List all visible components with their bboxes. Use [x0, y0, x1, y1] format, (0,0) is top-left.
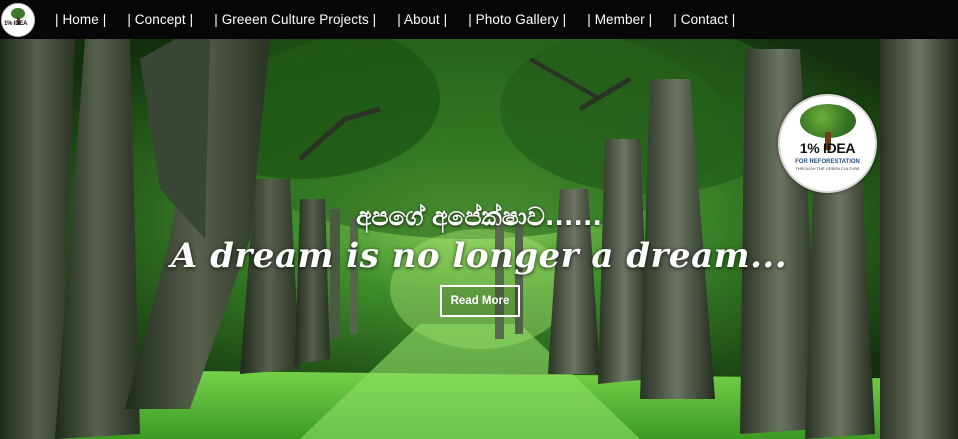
- hero-banner: 1% IDEA FOR REFORESTATION THROUGH THE GR…: [0, 39, 958, 439]
- nav-item-contact[interactable]: | Contact |: [673, 12, 735, 27]
- nav-item-green-culture-projects[interactable]: | Greeen Culture Projects |: [214, 12, 376, 27]
- nav-menu: | Home | | Concept | | Greeen Culture Pr…: [55, 12, 756, 27]
- nav-item-home[interactable]: | Home |: [55, 12, 106, 27]
- nav-item-about[interactable]: | About |: [397, 12, 447, 27]
- hero-sinhala-heading: අපගේ අපේක්ෂාව......: [356, 202, 602, 231]
- nav-item-photo-gallery[interactable]: | Photo Gallery |: [468, 12, 566, 27]
- badge-subtitle-2: THROUGH THE GREEN CULTURE: [795, 166, 860, 171]
- top-navigation-bar: 1% IDEA | Home | | Concept | | Greeen Cu…: [0, 0, 958, 39]
- badge-subtitle: FOR REFORESTATION: [795, 159, 860, 165]
- logo-text: 1% IDEA: [4, 20, 28, 27]
- read-more-button[interactable]: Read More: [440, 285, 520, 317]
- badge-title: 1% IDEA: [799, 140, 856, 156]
- hero-tagline: A dream is no longer a dream...: [170, 236, 788, 276]
- nav-item-concept[interactable]: | Concept |: [127, 12, 193, 27]
- tree-logo-icon[interactable]: 1% IDEA: [1, 2, 35, 37]
- nav-item-member[interactable]: | Member |: [587, 12, 652, 27]
- idea-badge-logo: 1% IDEA FOR REFORESTATION THROUGH THE GR…: [778, 94, 877, 193]
